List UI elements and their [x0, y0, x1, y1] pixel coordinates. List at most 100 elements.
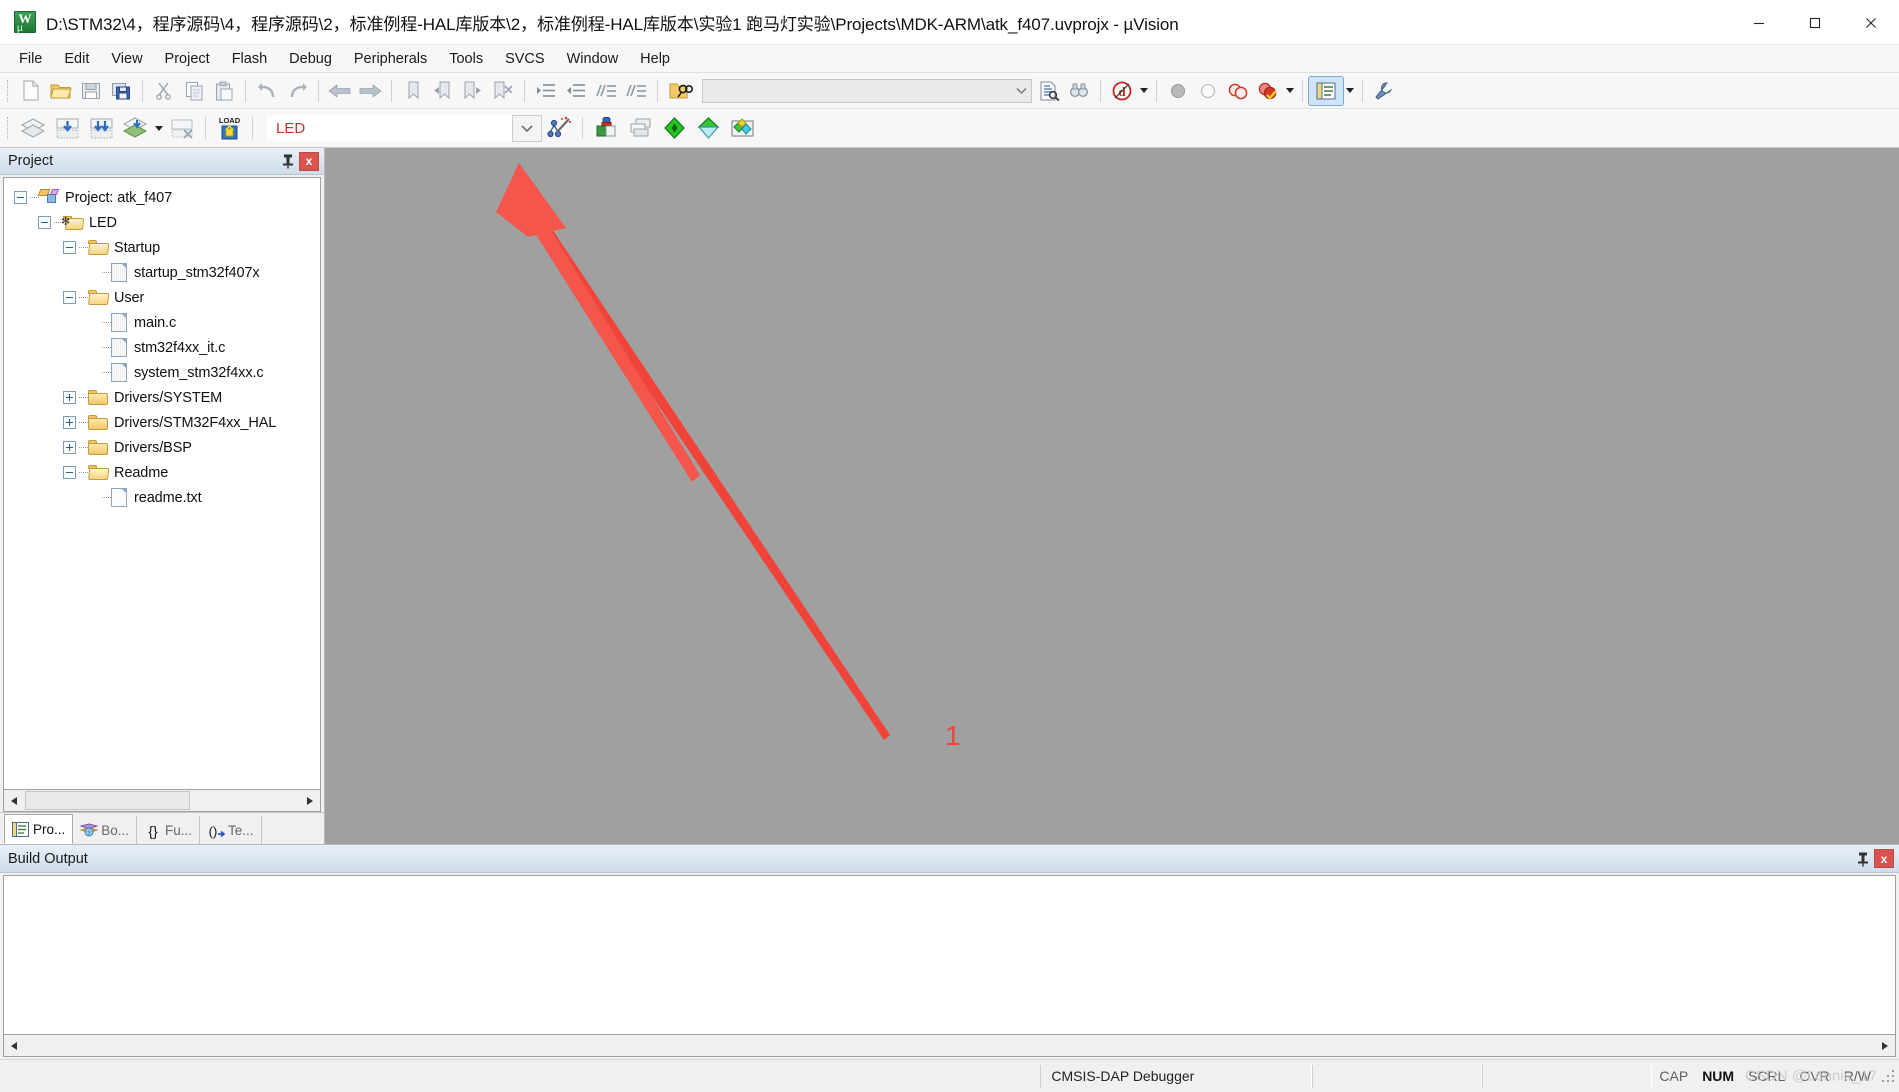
tree-node-group[interactable]: Drivers/STM32F4xx_HAL [8, 410, 320, 435]
comment-button[interactable] [591, 77, 621, 105]
minimize-button[interactable] [1731, 0, 1787, 45]
copy-button[interactable] [179, 77, 209, 105]
open-file-button[interactable] [46, 77, 76, 105]
target-select-dropdown-button[interactable] [512, 114, 542, 142]
bookmark-toggle-button[interactable] [398, 77, 428, 105]
scroll-left-button[interactable] [4, 790, 25, 811]
tree-node-group[interactable]: Drivers/BSP [8, 435, 320, 460]
expand-toggle[interactable] [63, 291, 76, 304]
expand-toggle[interactable] [63, 241, 76, 254]
tab-project[interactable]: Pro... [4, 814, 74, 844]
bookmark-prev-button[interactable] [428, 77, 458, 105]
manage-multi-project-button[interactable] [623, 114, 657, 142]
project-panel-pin-button[interactable] [277, 150, 299, 172]
configure-target-options-button[interactable] [542, 114, 576, 142]
navigate-back-button[interactable] [325, 77, 355, 105]
debug-session-dropdown[interactable] [1137, 77, 1150, 105]
tree-node-file[interactable]: startup_stm32f407x [8, 260, 320, 285]
menu-help[interactable]: Help [629, 47, 681, 71]
project-window-dropdown[interactable] [1343, 77, 1356, 105]
undo-button[interactable] [252, 77, 282, 105]
tree-node-file[interactable]: stm32f4xx_it.c [8, 335, 320, 360]
breakpoints-dropdown[interactable] [1283, 77, 1296, 105]
toolbar-grip[interactable] [7, 117, 11, 139]
search-input[interactable] [703, 83, 1011, 98]
download-button[interactable]: LOAD [212, 114, 246, 142]
incremental-find-button[interactable] [1034, 77, 1064, 105]
tab-books[interactable]: ? Bo... [73, 816, 138, 844]
uncomment-button[interactable] [621, 77, 651, 105]
bookmark-clear-button[interactable] [488, 77, 518, 105]
pack-installer-button[interactable] [657, 114, 691, 142]
configure-toolbars-button[interactable] [1369, 77, 1399, 105]
scroll-thumb[interactable] [25, 791, 190, 810]
menu-svcs[interactable]: SVCS [494, 47, 556, 71]
debug-session-button[interactable]: d [1107, 77, 1137, 105]
batch-build-button[interactable] [118, 114, 152, 142]
project-window-toggle-button[interactable] [1308, 75, 1344, 106]
bookmark-next-button[interactable] [458, 77, 488, 105]
tree-node-target[interactable]: ✻ LED [8, 210, 320, 235]
navigate-forward-button[interactable] [355, 77, 385, 105]
toolbar-grip[interactable] [7, 79, 11, 102]
project-tree-hscrollbar[interactable] [3, 790, 321, 812]
scroll-left-button[interactable] [4, 1035, 25, 1056]
build-output-hscrollbar[interactable] [3, 1035, 1896, 1057]
save-all-button[interactable] [106, 77, 136, 105]
menu-view[interactable]: View [100, 47, 153, 71]
scroll-track[interactable] [25, 1035, 1874, 1056]
insert-breakpoint-button[interactable] [1163, 77, 1193, 105]
menu-project[interactable]: Project [154, 47, 221, 71]
expand-toggle[interactable] [63, 441, 76, 454]
select-software-packs-button[interactable] [725, 114, 759, 142]
paste-button[interactable] [209, 77, 239, 105]
tree-node-group[interactable]: Startup [8, 235, 320, 260]
scroll-right-button[interactable] [1874, 1035, 1895, 1056]
menu-window[interactable]: Window [556, 47, 630, 71]
disable-breakpoint-button[interactable] [1223, 77, 1253, 105]
project-tree-container[interactable]: Project: atk_f407 ✻ LED Startup startup_… [3, 177, 321, 790]
rebuild-all-button[interactable] [84, 114, 118, 142]
build-target-button[interactable] [50, 114, 84, 142]
build-output-content[interactable] [3, 875, 1896, 1035]
resize-grip[interactable] [1880, 1068, 1896, 1084]
tree-node-group[interactable]: Drivers/SYSTEM [8, 385, 320, 410]
menu-edit[interactable]: Edit [53, 47, 100, 71]
outdent-button[interactable] [561, 77, 591, 105]
build-output-pin-button[interactable] [1852, 848, 1874, 870]
tree-node-group[interactable]: Readme [8, 460, 320, 485]
tree-node-file[interactable]: readme.txt [8, 485, 320, 510]
close-button[interactable] [1843, 0, 1899, 45]
expand-toggle[interactable] [63, 416, 76, 429]
menu-file[interactable]: File [8, 47, 53, 71]
editor-client-area[interactable] [325, 148, 1899, 844]
menu-peripherals[interactable]: Peripherals [343, 47, 438, 71]
translate-file-button[interactable] [16, 114, 50, 142]
manage-project-items-button[interactable] [589, 114, 623, 142]
scroll-right-button[interactable] [299, 790, 320, 811]
search-input-wrapper[interactable] [702, 78, 1032, 103]
menu-flash[interactable]: Flash [221, 47, 278, 71]
save-button[interactable] [76, 77, 106, 105]
target-select[interactable]: LED [267, 115, 512, 141]
tab-templates[interactable]: () Te... [200, 816, 262, 844]
manage-run-time-button[interactable] [691, 114, 725, 142]
tree-node-file[interactable]: main.c [8, 310, 320, 335]
search-dropdown-button[interactable] [1011, 80, 1031, 102]
kill-all-breakpoints-button[interactable] [1253, 77, 1283, 105]
find-in-files-button[interactable] [664, 77, 698, 105]
batch-build-dropdown[interactable] [152, 114, 165, 142]
expand-toggle[interactable] [63, 466, 76, 479]
tree-node-file[interactable]: system_stm32f4xx.c [8, 360, 320, 385]
find-button[interactable] [1064, 77, 1094, 105]
expand-toggle[interactable] [63, 391, 76, 404]
menu-tools[interactable]: Tools [438, 47, 494, 71]
cut-button[interactable] [149, 77, 179, 105]
indent-button[interactable] [531, 77, 561, 105]
project-panel-close-button[interactable]: x [299, 151, 319, 171]
new-file-button[interactable] [16, 77, 46, 105]
menu-debug[interactable]: Debug [278, 47, 343, 71]
scroll-track[interactable] [25, 790, 299, 811]
redo-button[interactable] [282, 77, 312, 105]
expand-toggle[interactable] [38, 216, 51, 229]
